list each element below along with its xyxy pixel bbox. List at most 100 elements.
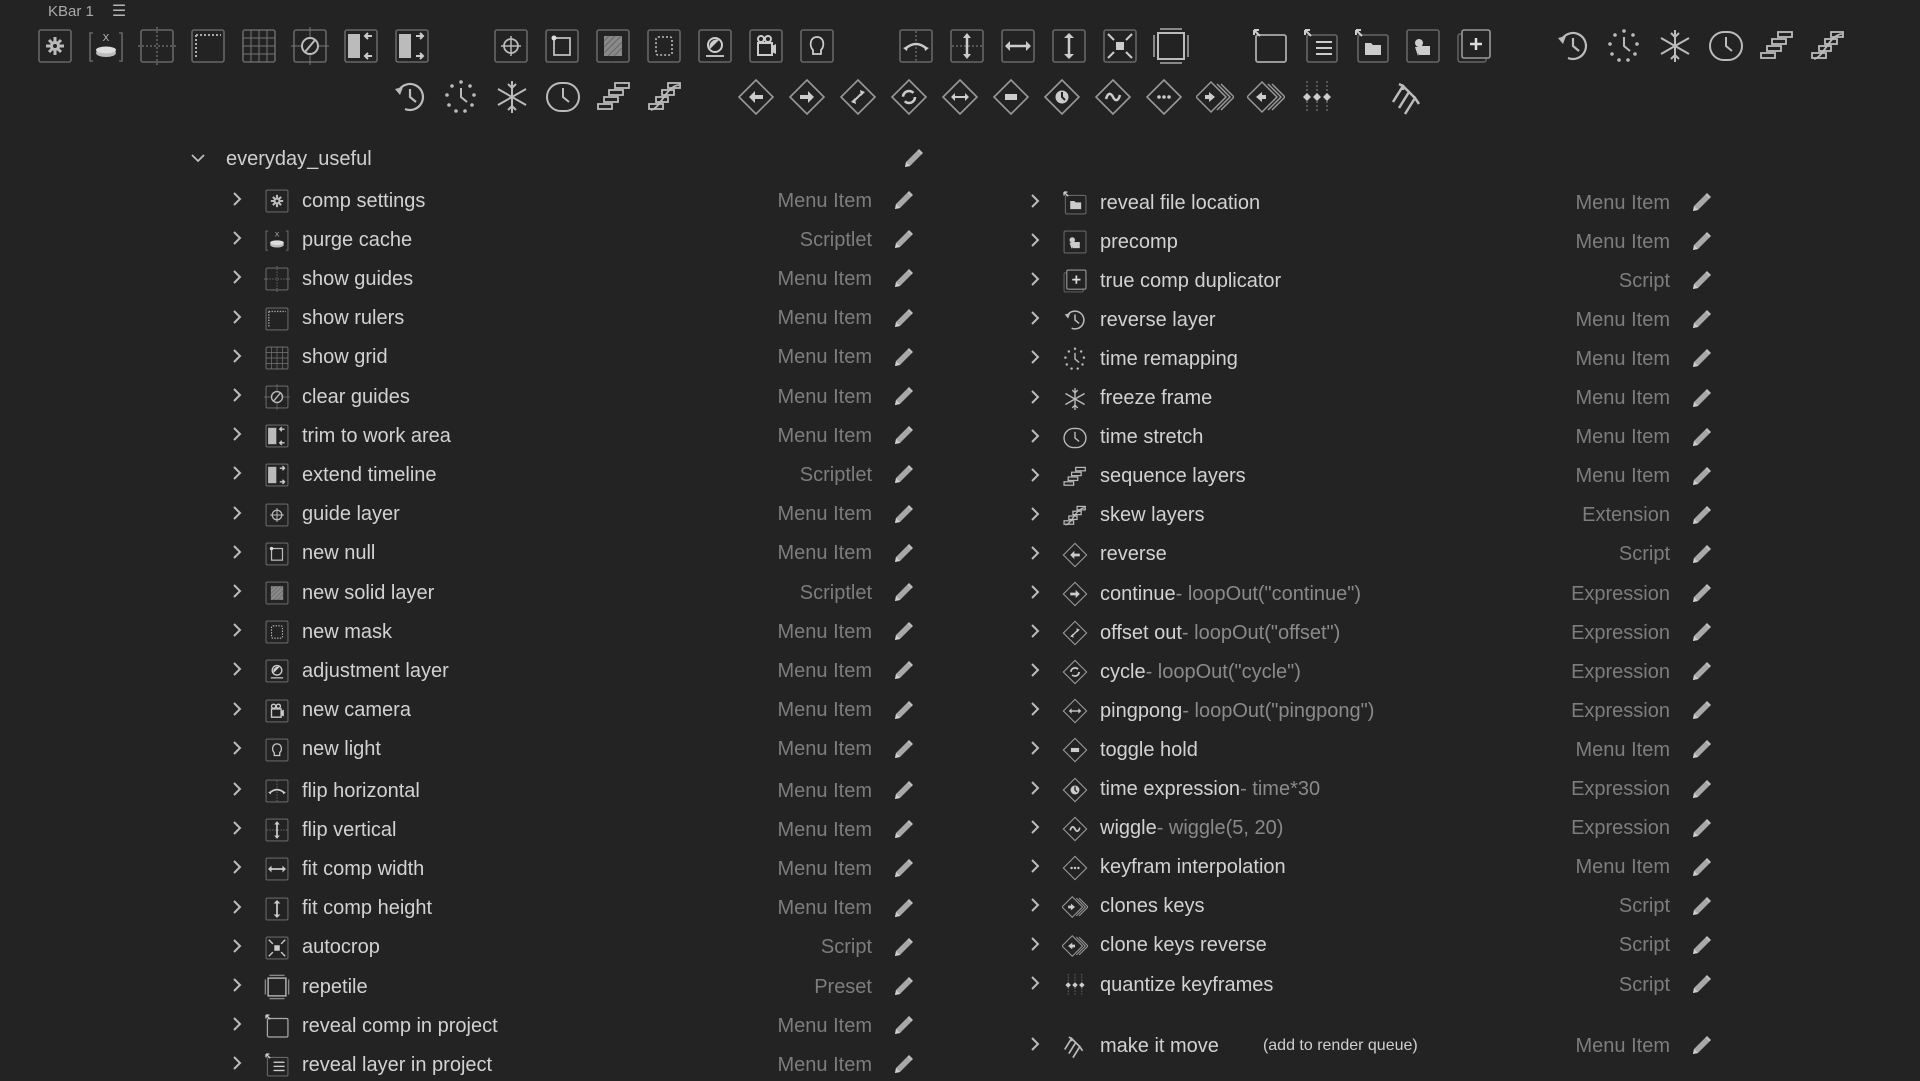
chevron-right-icon[interactable]: [1026, 584, 1044, 604]
hamburger-icon[interactable]: ☰: [112, 1, 126, 21]
show-grid-button[interactable]: [240, 27, 278, 65]
fit-comp-width-button[interactable]: [999, 27, 1037, 65]
chevron-right-icon[interactable]: [1026, 310, 1044, 330]
pencil-icon[interactable]: [1690, 583, 1712, 605]
loop-offset-button[interactable]: [839, 78, 877, 116]
list-item[interactable]: adjustment layer Menu Item: [228, 656, 928, 686]
pencil-icon[interactable]: [892, 1015, 914, 1037]
chevron-right-icon[interactable]: [1026, 467, 1044, 487]
new-null-button[interactable]: [543, 27, 581, 65]
autocrop-button[interactable]: [1101, 27, 1139, 65]
time-stretch-button[interactable]: [1707, 27, 1745, 65]
chevron-right-icon[interactable]: [1026, 936, 1044, 956]
chevron-right-icon[interactable]: [228, 269, 246, 289]
clone-keys-reverse-button[interactable]: [1247, 78, 1285, 116]
chevron-right-icon[interactable]: [228, 1055, 246, 1075]
chevron-right-icon[interactable]: [228, 661, 246, 681]
show-guides-button[interactable]: [138, 27, 176, 65]
list-item[interactable]: time remapping Menu Item: [1026, 344, 1726, 374]
pencil-icon[interactable]: [892, 229, 914, 251]
pencil-icon[interactable]: [1690, 192, 1712, 214]
pencil-icon[interactable]: [1690, 739, 1712, 761]
list-item[interactable]: show guides Menu Item: [228, 264, 928, 294]
list-item[interactable]: new light Menu Item: [228, 735, 928, 765]
pencil-icon[interactable]: [1690, 622, 1712, 644]
list-item[interactable]: keyfram interpolation Menu Item: [1026, 853, 1726, 883]
true-comp-duplicator-button[interactable]: [1455, 27, 1493, 65]
time-expression-button[interactable]: [1043, 78, 1081, 116]
pencil-icon[interactable]: [892, 347, 914, 369]
comp-settings-button[interactable]: [36, 27, 74, 65]
flip-horizontal-button[interactable]: [897, 27, 935, 65]
show-rulers-button[interactable]: [189, 27, 227, 65]
sequence-layers-button[interactable]: [595, 78, 633, 116]
pencil-icon[interactable]: [892, 268, 914, 290]
pencil-icon[interactable]: [1690, 661, 1712, 683]
precomp-button[interactable]: [1404, 27, 1442, 65]
pencil-icon[interactable]: [1690, 427, 1712, 449]
list-item[interactable]: comp settings Menu Item: [228, 186, 928, 216]
list-item[interactable]: clear guides Menu Item: [228, 382, 928, 412]
repetile-button[interactable]: [1152, 27, 1190, 65]
make-it-move-button[interactable]: [1389, 78, 1427, 116]
list-item[interactable]: wiggle - wiggle(5, 20) Expression: [1026, 814, 1726, 844]
chevron-right-icon[interactable]: [228, 465, 246, 485]
list-item[interactable]: reveal layer in project Menu Item: [228, 1050, 928, 1080]
pencil-icon[interactable]: [1690, 348, 1712, 370]
list-item[interactable]: fit comp height Menu Item: [228, 894, 928, 924]
clear-guides-button[interactable]: [291, 27, 329, 65]
chevron-right-icon[interactable]: [1026, 506, 1044, 526]
pencil-icon[interactable]: [1690, 388, 1712, 410]
chevron-right-icon[interactable]: [1026, 271, 1044, 291]
chevron-right-icon[interactable]: [228, 781, 246, 801]
pencil-icon[interactable]: [892, 543, 914, 565]
guide-layer-button[interactable]: [492, 27, 530, 65]
list-item[interactable]: Xpurge cache Scriptlet: [228, 225, 928, 255]
list-item[interactable]: make it move (add to render queue) Menu It…: [1026, 1031, 1726, 1061]
pencil-icon[interactable]: [892, 504, 914, 526]
chevron-right-icon[interactable]: [1026, 193, 1044, 213]
chevron-right-icon[interactable]: [228, 820, 246, 840]
loop-continue-button[interactable]: [788, 78, 826, 116]
chevron-right-icon[interactable]: [228, 348, 246, 368]
fit-comp-height-button[interactable]: [1050, 27, 1088, 65]
list-item[interactable]: new null Menu Item: [228, 539, 928, 569]
list-item[interactable]: cycle - loopOut("cycle") Expression: [1026, 657, 1726, 687]
chevron-right-icon[interactable]: [1026, 349, 1044, 369]
chevron-right-icon[interactable]: [228, 309, 246, 329]
time-stretch-button[interactable]: [544, 78, 582, 116]
chevron-right-icon[interactable]: [228, 426, 246, 446]
pencil-icon[interactable]: [892, 425, 914, 447]
pencil-icon[interactable]: [892, 660, 914, 682]
chevron-right-icon[interactable]: [1026, 428, 1044, 448]
adjustment-layer-button[interactable]: [696, 27, 734, 65]
list-item[interactable]: repetile Preset: [228, 972, 928, 1002]
chevron-right-icon[interactable]: [1026, 780, 1044, 800]
reverse-keys-button[interactable]: [737, 78, 775, 116]
pencil-icon[interactable]: [1690, 466, 1712, 488]
list-item[interactable]: true comp duplicator Script: [1026, 266, 1726, 296]
reverse-layer-button[interactable]: [391, 78, 429, 116]
pencil-icon[interactable]: [892, 1054, 914, 1076]
list-item[interactable]: offset out - loopOut("offset") Expression: [1026, 618, 1726, 648]
keyframe-interpolation-button[interactable]: [1145, 78, 1183, 116]
chevron-right-icon[interactable]: [228, 701, 246, 721]
reverse-layer-button[interactable]: [1554, 27, 1592, 65]
chevron-right-icon[interactable]: [228, 938, 246, 958]
chevron-right-icon[interactable]: [228, 230, 246, 250]
sequence-layers-button[interactable]: [1758, 27, 1796, 65]
wiggle-button[interactable]: [1094, 78, 1132, 116]
chevron-right-icon[interactable]: [1026, 897, 1044, 917]
new-solid-layer-button[interactable]: [594, 27, 632, 65]
chevron-right-icon[interactable]: [228, 1016, 246, 1036]
time-remapping-button[interactable]: [1605, 27, 1643, 65]
chevron-right-icon[interactable]: [1026, 701, 1044, 721]
pencil-icon[interactable]: [1690, 700, 1712, 722]
pencil-icon[interactable]: [892, 308, 914, 330]
trim-to-work-area-button[interactable]: [342, 27, 380, 65]
list-item[interactable]: fit comp width Menu Item: [228, 854, 928, 884]
skew-layers-button[interactable]: [1809, 27, 1847, 65]
list-item[interactable]: show grid Menu Item: [228, 343, 928, 373]
pencil-icon[interactable]: [1690, 309, 1712, 331]
chevron-right-icon[interactable]: [228, 740, 246, 760]
